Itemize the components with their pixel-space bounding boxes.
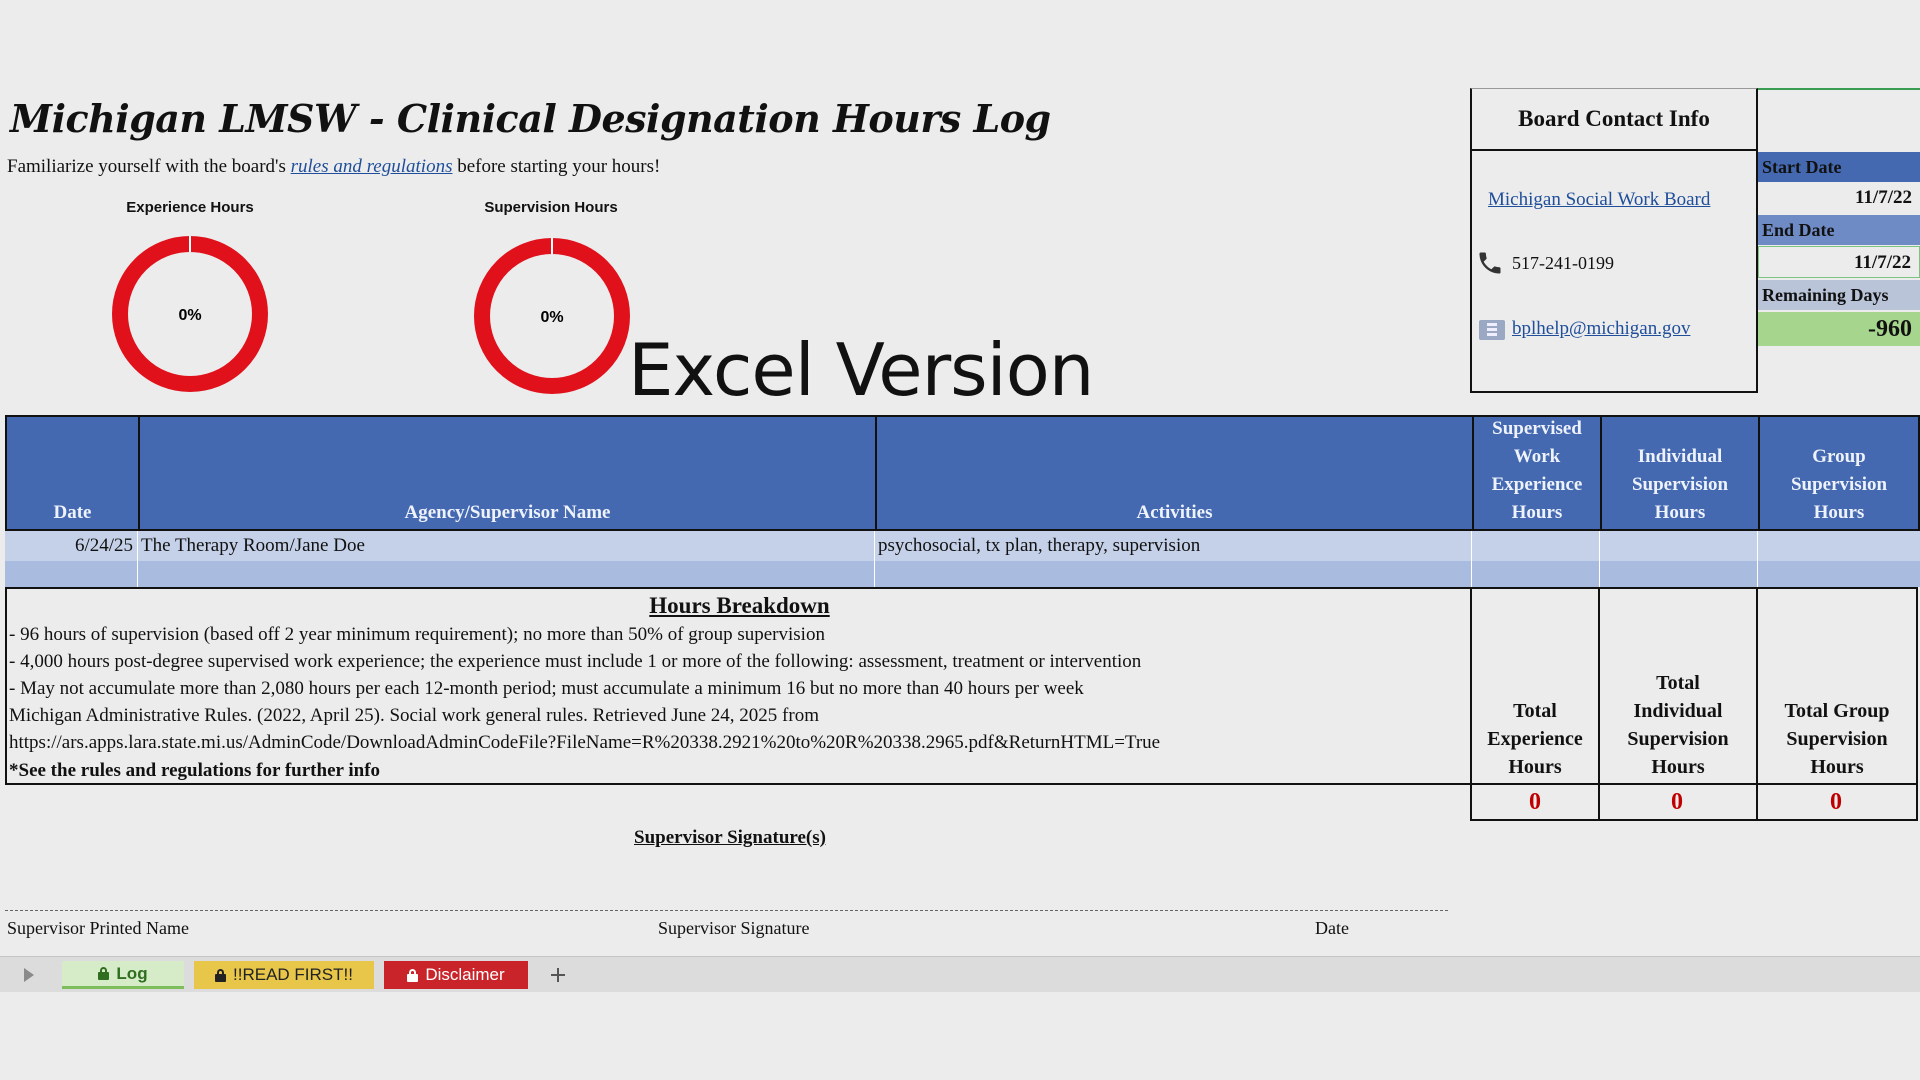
phone-number: 517-241-0199 xyxy=(1512,253,1614,273)
intro-text: Familiarize yourself with the board's ru… xyxy=(7,156,660,178)
lock-icon xyxy=(215,968,227,982)
sheet-tab-log[interactable]: Log xyxy=(62,961,184,989)
row-agency[interactable]: The Therapy Room/Jane Doe xyxy=(138,531,875,561)
intro-after: before starting your hours! xyxy=(452,156,661,177)
email-icon xyxy=(1479,320,1505,340)
breakdown-line: Michigan Administrative Rules. (2022, Ap… xyxy=(9,705,819,726)
lock-icon xyxy=(98,967,110,980)
signature-date-label: Date xyxy=(1315,918,1349,938)
row-agency[interactable] xyxy=(138,561,875,587)
col-agency-header: Agency/Supervisor Name xyxy=(140,417,877,529)
row-date[interactable]: 6/24/25 xyxy=(5,531,138,561)
total-group-label: Total Group Supervision Hours xyxy=(1756,587,1918,785)
table-row xyxy=(5,561,1920,587)
lock-icon xyxy=(407,968,419,982)
row-work-hours[interactable] xyxy=(1472,561,1600,587)
hours-breakdown-title: Hours Breakdown xyxy=(649,593,830,618)
date-tracker-blank xyxy=(1758,88,1920,152)
col-date-header: Date xyxy=(7,417,140,529)
signature-section-title: Supervisor Signature(s) xyxy=(634,827,826,848)
experience-gauge-percent: 0% xyxy=(178,307,201,324)
signature-label: Supervisor Signature xyxy=(658,918,810,938)
breakdown-line: - May not accumulate more than 2,080 hou… xyxy=(9,678,1084,699)
total-individual-label: Total Individual Supervision Hours xyxy=(1598,587,1758,785)
social-work-board-link[interactable]: Michigan Social Work Board xyxy=(1488,189,1710,211)
table-row: 6/24/25 The Therapy Room/Jane Doe psycho… xyxy=(5,531,1920,561)
col-work-hours-header: Supervised Work Experience Hours xyxy=(1474,417,1602,529)
experience-hours-gauge: 0% xyxy=(112,236,268,392)
sheet-tab-read-first[interactable]: !!READ FIRST!! xyxy=(194,961,374,989)
supervision-hours-gauge: 0% xyxy=(474,238,630,394)
row-date[interactable] xyxy=(5,561,138,587)
spreadsheet-area[interactable]: Michigan LMSW - Clinical Designation Hou… xyxy=(0,88,1920,956)
row-individual-hours[interactable] xyxy=(1600,561,1758,587)
end-date-value[interactable]: 11/7/22 xyxy=(1758,246,1920,278)
row-individual-hours[interactable] xyxy=(1600,531,1758,561)
remaining-days-label: Remaining Days xyxy=(1758,280,1920,310)
intro-before: Familiarize yourself with the board's xyxy=(7,156,291,177)
page-title: Michigan LMSW - Clinical Designation Hou… xyxy=(10,96,1051,141)
tab-label: Log xyxy=(116,963,148,983)
total-experience-label: Total Experience Hours xyxy=(1470,587,1600,785)
email-link[interactable]: bplhelp@michigan.gov xyxy=(1512,318,1690,340)
signature-line xyxy=(5,910,1448,911)
tab-label: !!READ FIRST!! xyxy=(233,965,353,984)
remaining-days-value: -960 xyxy=(1758,312,1920,346)
printed-name-label: Supervisor Printed Name xyxy=(7,918,189,938)
phone-icon xyxy=(1479,252,1501,274)
hours-breakdown: Hours Breakdown - 96 hours of supervisio… xyxy=(5,587,1472,785)
add-sheet-button[interactable] xyxy=(545,961,571,989)
plus-icon xyxy=(551,968,565,982)
start-date-value[interactable]: 11/7/22 xyxy=(1758,182,1920,214)
supervision-gauge-label: Supervision Hours xyxy=(484,199,618,216)
board-contact-title: Board Contact Info xyxy=(1472,89,1756,151)
breakdown-line: - 96 hours of supervision (based off 2 y… xyxy=(9,624,825,645)
total-experience-value: 0 xyxy=(1470,785,1600,821)
breakdown-url: https://ars.apps.lara.state.mi.us/AdminC… xyxy=(9,732,1161,753)
end-date-label: End Date xyxy=(1758,215,1920,245)
breakdown-line: - 4,000 hours post-degree supervised wor… xyxy=(9,651,1142,672)
rules-link[interactable]: rules and regulations xyxy=(291,156,453,177)
col-activities-header: Activities xyxy=(877,417,1474,529)
board-contact-box: Board Contact Info Michigan Social Work … xyxy=(1470,88,1758,393)
excel-version-watermark: Excel Version xyxy=(628,328,1094,412)
start-date-label: Start Date xyxy=(1758,152,1920,182)
supervision-gauge-percent: 0% xyxy=(540,309,563,326)
sheet-tab-bar: Log !!READ FIRST!! Disclaimer xyxy=(0,956,1920,992)
col-group-header: Group Supervision Hours xyxy=(1790,446,1888,523)
total-individual-value: 0 xyxy=(1598,785,1758,821)
row-activities[interactable]: psychosocial, tx plan, therapy, supervis… xyxy=(875,531,1472,561)
breakdown-note: *See the rules and regulations for furth… xyxy=(9,760,381,781)
col-individual-header: Individual Supervision Hours xyxy=(1602,417,1760,529)
tab-scroll-right-icon[interactable] xyxy=(22,967,36,983)
total-group-value: 0 xyxy=(1756,785,1918,821)
experience-gauge-label: Experience Hours xyxy=(126,199,254,216)
row-group-hours[interactable] xyxy=(1758,531,1920,561)
tab-label: Disclaimer xyxy=(425,965,505,984)
row-group-hours[interactable] xyxy=(1758,561,1920,587)
row-work-hours[interactable] xyxy=(1472,531,1600,561)
log-table-header: Date Agency/Supervisor Name Activities S… xyxy=(5,415,1920,531)
row-activities[interactable] xyxy=(875,561,1472,587)
sheet-tab-disclaimer[interactable]: Disclaimer xyxy=(384,961,528,989)
